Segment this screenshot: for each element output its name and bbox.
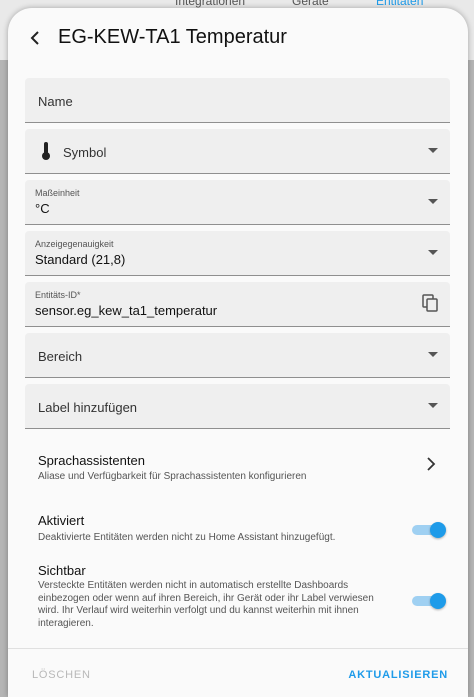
dialog-title: EG-KEW-TA1 Temperatur	[58, 26, 287, 48]
label-select[interactable]: Label hinzufügen	[25, 384, 450, 429]
name-field[interactable]: Name	[25, 78, 450, 123]
area-select[interactable]: Bereich	[25, 333, 450, 378]
dialog-header: EG-KEW-TA1 Temperatur	[8, 8, 468, 68]
label-dropdown-arrow-icon	[428, 403, 438, 408]
entity-id-label: Entitäts-ID*	[35, 290, 81, 300]
background-right	[468, 60, 474, 697]
enabled-subtitle: Deaktivierte Entitäten werden nicht zu H…	[38, 532, 336, 543]
area-select-label: Bereich	[38, 349, 83, 364]
precision-dropdown-arrow-icon	[428, 250, 438, 255]
back-button[interactable]	[22, 24, 50, 52]
precision-select[interactable]: Anzeigegenauigkeit Standard (21,8)	[25, 231, 450, 276]
enabled-row: Aktiviert Deaktivierte Entitäten werden …	[25, 501, 450, 555]
update-button[interactable]: AKTUALISIEREN	[348, 669, 448, 681]
symbol-dropdown-arrow-icon	[428, 148, 438, 153]
unit-select[interactable]: Maßeinheit °C	[25, 180, 450, 225]
visible-toggle[interactable]	[412, 592, 446, 609]
voice-assistants-title: Sprachassistenten	[38, 453, 145, 468]
area-dropdown-arrow-icon	[428, 352, 438, 357]
dialog-footer: LÖSCHEN AKTUALISIEREN	[8, 648, 468, 697]
visible-title: Sichtbar	[38, 563, 86, 578]
voice-assistants-row[interactable]: Sprachassistenten Aliase und Verfügbarke…	[25, 435, 450, 499]
symbol-field[interactable]: Symbol	[25, 129, 450, 174]
dialog-content: Name Symbol Maßeinheit °C Anzeigegenauig…	[25, 78, 450, 647]
entity-id-value: sensor.eg_kew_ta1_temperatur	[35, 303, 218, 318]
thermometer-icon	[42, 142, 50, 160]
visible-row: Sichtbar Versteckte Entitäten werden nic…	[25, 557, 450, 647]
precision-select-value: Standard (21,8)	[35, 252, 126, 267]
enabled-title: Aktiviert	[38, 513, 85, 528]
unit-dropdown-arrow-icon	[428, 199, 438, 204]
unit-select-label: Maßeinheit	[35, 188, 80, 198]
entity-id-field[interactable]: Entitäts-ID* sensor.eg_kew_ta1_temperatu…	[25, 282, 450, 327]
enabled-toggle[interactable]	[412, 521, 446, 538]
bg-nav-integrations: Integrationen	[175, 0, 246, 8]
precision-select-label: Anzeigegenauigkeit	[35, 239, 114, 249]
delete-button[interactable]: LÖSCHEN	[32, 669, 91, 681]
copy-icon[interactable]	[422, 294, 438, 312]
entity-settings-dialog: EG-KEW-TA1 Temperatur Name Symbol Maßein…	[8, 8, 468, 697]
name-field-label: Name	[38, 94, 73, 109]
symbol-field-label: Symbol	[63, 145, 107, 160]
label-select-label: Label hinzufügen	[38, 400, 138, 415]
enabled-toggle-knob	[430, 522, 446, 538]
visible-toggle-knob	[430, 593, 446, 609]
chevron-right-icon	[427, 457, 436, 471]
visible-subtitle: Versteckte Entitäten werden nicht in aut…	[38, 580, 374, 629]
bg-nav-devices: Geräte	[292, 0, 329, 8]
bg-nav-entities: Entitäten	[376, 0, 424, 8]
unit-select-value: °C	[35, 201, 50, 216]
voice-assistants-subtitle: Aliase und Verfügbarkeit für Sprachassis…	[38, 471, 307, 482]
arrow-back-icon	[30, 31, 39, 45]
